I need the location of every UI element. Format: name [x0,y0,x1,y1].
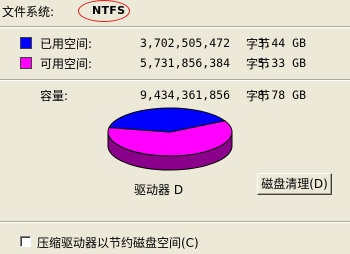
capacity-size: 8.78 GB [257,88,306,102]
compress-drive-checkbox[interactable] [20,236,31,247]
divider-bottom [0,221,350,223]
highlight-circle [78,0,130,22]
compress-drive-label[interactable]: 压缩驱动器以节约磁盘空间(C) [37,234,199,251]
capacity-label: 容量: [40,89,69,103]
capacity-bytes: 9,434,361,856 [139,88,230,102]
disk-cleanup-button[interactable]: 磁盘清理(D) [257,173,332,195]
free-space-bytes: 5,731,856,384 [139,56,230,70]
used-space-swatch [20,37,32,49]
free-space-size: 5.33 GB [257,56,306,70]
used-space-label: 已用空间: [40,37,93,51]
used-space-size: 3.44 GB [257,36,306,50]
free-space-swatch [20,57,32,69]
divider-middle [0,79,350,81]
disk-usage-pie [107,107,233,171]
divider-top [0,26,350,28]
filesystem-label: 文件系统: [2,5,55,19]
used-space-bytes: 3,702,505,472 [139,36,230,50]
free-space-label: 可用空间: [40,57,93,71]
drive-label: 驱动器 D [134,183,184,197]
